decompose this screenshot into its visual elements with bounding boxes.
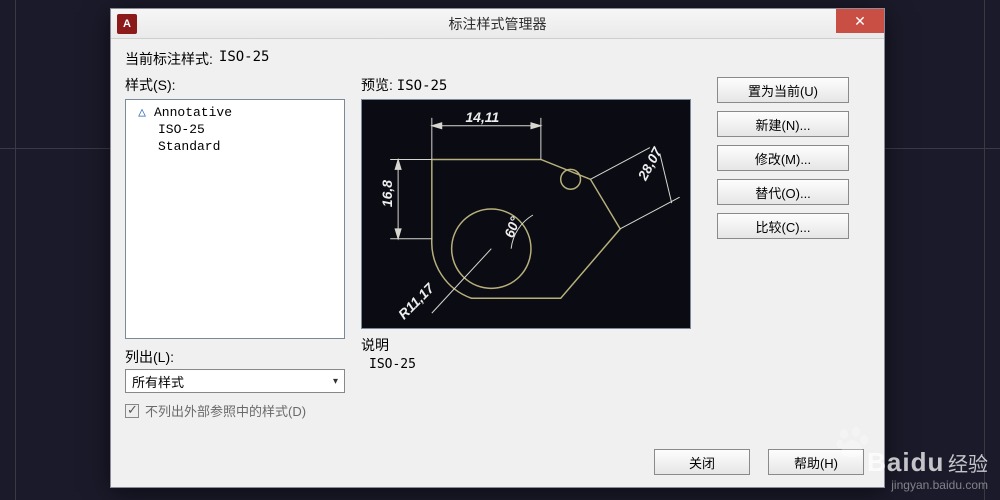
list-item-label: Standard xyxy=(158,139,220,154)
dim-angle: 60° xyxy=(501,214,523,240)
dim-top: 14,11 xyxy=(466,109,500,125)
list-out-label: 列出(L): xyxy=(125,347,345,367)
close-dialog-button[interactable]: 关闭 xyxy=(654,449,750,475)
annotative-icon: △ xyxy=(134,105,150,120)
watermark: Baidu 经验 jingyan.baidu.com xyxy=(867,447,988,492)
new-button[interactable]: 新建(N)... xyxy=(717,111,849,137)
preview-style-name: ISO-25 xyxy=(397,78,448,94)
styles-listbox[interactable]: △ Annotative ISO-25 Standard xyxy=(125,99,345,339)
dropdown-value: 所有样式 xyxy=(132,372,184,391)
styles-label: 样式(S): xyxy=(125,75,345,95)
current-style-value: ISO-25 xyxy=(219,49,270,69)
override-button[interactable]: 替代(O)... xyxy=(717,179,849,205)
baidu-paw-icon xyxy=(834,424,870,460)
compare-button[interactable]: 比较(C)... xyxy=(717,213,849,239)
set-current-button[interactable]: 置为当前(U) xyxy=(717,77,849,103)
xref-checkbox-row[interactable]: 不列出外部参照中的样式(D) xyxy=(125,401,345,420)
list-item[interactable]: Standard xyxy=(128,138,342,155)
dimension-style-manager-dialog: A 标注样式管理器 ✕ 当前标注样式: ISO-25 样式(S): △ Anno… xyxy=(110,8,885,488)
list-item[interactable]: △ Annotative xyxy=(128,104,342,121)
watermark-cn: 经验 xyxy=(948,454,988,476)
list-item-label: ISO-25 xyxy=(158,122,205,137)
description-label: 说明 xyxy=(361,335,701,355)
dialog-title: 标注样式管理器 xyxy=(111,14,884,34)
app-icon: A xyxy=(117,14,137,34)
titlebar[interactable]: A 标注样式管理器 ✕ xyxy=(111,9,884,39)
list-item-label: Annotative xyxy=(150,105,232,120)
chevron-down-icon: ▾ xyxy=(333,376,338,387)
cad-grid-line xyxy=(15,0,16,500)
watermark-url: jingyan.baidu.com xyxy=(867,478,988,492)
cad-grid-line xyxy=(984,0,985,500)
dim-radius: R11,17 xyxy=(395,279,438,322)
list-filter-dropdown[interactable]: 所有样式 ▾ xyxy=(125,369,345,393)
checkbox-icon xyxy=(125,404,139,418)
preview-label: 预览: ISO-25 xyxy=(361,75,701,95)
close-button[interactable]: ✕ xyxy=(836,9,884,33)
modify-button[interactable]: 修改(M)... xyxy=(717,145,849,171)
description-text: ISO-25 xyxy=(361,355,701,374)
preview-pane: 14,11 16,8 28,07 60° R11,17 xyxy=(361,99,691,329)
dim-diag: 28,07 xyxy=(634,143,665,183)
dim-left: 16,8 xyxy=(379,180,395,207)
checkbox-label: 不列出外部参照中的样式(D) xyxy=(145,401,306,420)
current-style-label: 当前标注样式: xyxy=(125,49,213,69)
list-item[interactable]: ISO-25 xyxy=(128,121,342,138)
close-icon: ✕ xyxy=(854,13,866,30)
